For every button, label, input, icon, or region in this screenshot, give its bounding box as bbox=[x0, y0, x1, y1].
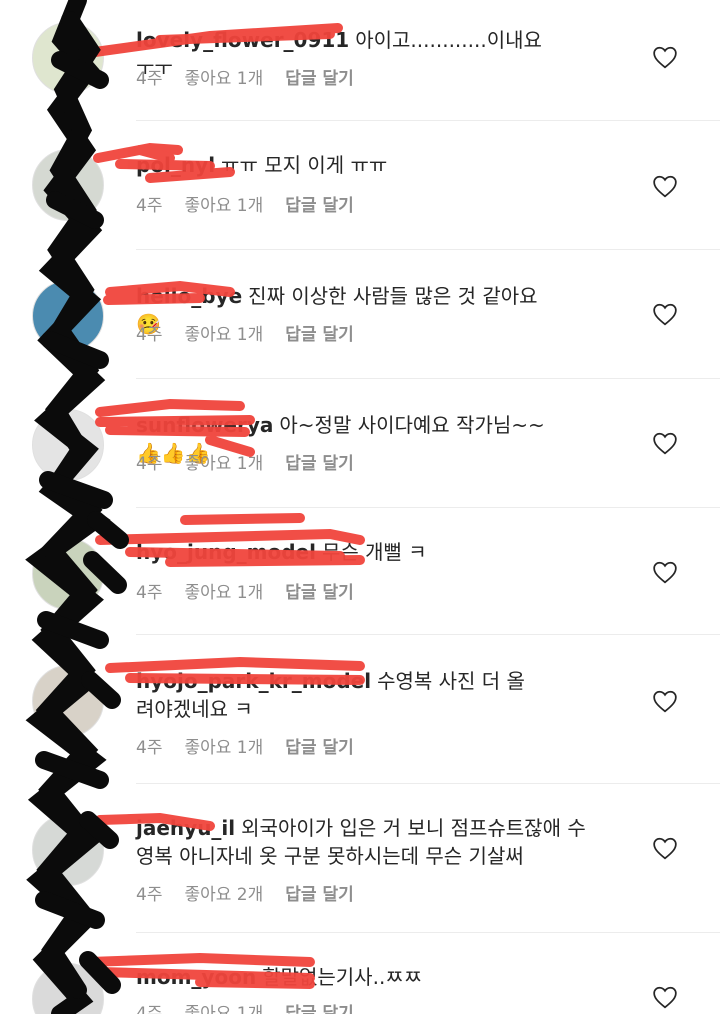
comment-username[interactable]: pol_nyl bbox=[136, 153, 215, 177]
heart-outline-icon[interactable] bbox=[652, 174, 678, 198]
comment-username[interactable]: hello_bye bbox=[136, 284, 242, 308]
heart-outline-icon[interactable] bbox=[652, 560, 678, 584]
comment-likes[interactable]: 좋아요 1개 bbox=[184, 583, 263, 603]
comment-item: hyojo_park_kr_model 수영복 사진 더 올려야겠네요 ㅋ 4주 좋… bbox=[0, 635, 720, 784]
heart-outline-icon[interactable] bbox=[652, 302, 678, 326]
comment-body: hyojo_park_kr_model 수영복 사진 더 올려야겠네요 ㅋ bbox=[136, 667, 536, 723]
comment-meta: 4주 좋아요 2개 답글 달기 bbox=[136, 880, 376, 905]
comment-time: 4주 bbox=[136, 325, 163, 345]
reply-button[interactable]: 답글 달기 bbox=[285, 454, 353, 474]
comment-body: hyo_jung_model 무슨 개뻘 ㅋ bbox=[136, 538, 556, 566]
comment-likes[interactable]: 좋아요 1개 bbox=[184, 325, 263, 345]
avatar[interactable] bbox=[32, 149, 104, 221]
comment-item: sunflowerya 아~정말 사이다예요 작가님~~👍👍👍 4주 좋아요 1개 답… bbox=[0, 379, 720, 508]
reply-button[interactable]: 답글 달기 bbox=[285, 1004, 353, 1014]
comment-username[interactable]: jaehyu_il bbox=[136, 816, 235, 840]
heart-outline-icon[interactable] bbox=[652, 689, 678, 713]
comment-username[interactable]: sunflowerya bbox=[136, 413, 273, 437]
comment-meta: 4주 좋아요 1개 답글 달기 bbox=[136, 999, 376, 1014]
comment-meta: 4주 좋아요 1개 답글 달기 bbox=[136, 64, 376, 89]
comment-item: mom_yoon 할말없는기사..ㅉㅉ 4주 좋아요 1개 답글 달기 bbox=[0, 933, 720, 1014]
comment-username[interactable]: mom_yoon bbox=[136, 965, 256, 989]
avatar[interactable] bbox=[32, 665, 104, 737]
comment-username[interactable]: hyojo_park_kr_model bbox=[136, 669, 371, 693]
comment-body: pol_nyl ㅠㅠ 모지 이게 ㅠㅠ bbox=[136, 151, 556, 179]
avatar[interactable] bbox=[32, 280, 104, 352]
heart-outline-icon[interactable] bbox=[652, 836, 678, 860]
heart-outline-icon[interactable] bbox=[652, 45, 678, 69]
comment-time: 4주 bbox=[136, 885, 163, 905]
comment-likes[interactable]: 좋아요 1개 bbox=[184, 738, 263, 758]
avatar[interactable] bbox=[32, 538, 104, 610]
comment-item: pol_nyl ㅠㅠ 모지 이게 ㅠㅠ 4주 좋아요 1개 답글 달기 bbox=[0, 121, 720, 250]
comment-time: 4주 bbox=[136, 454, 163, 474]
comment-item: jaehyu_il 외국아이가 입은 거 보니 점프슈트잖애 수영복 아니자네 옷… bbox=[0, 784, 720, 933]
comment-likes[interactable]: 좋아요 1개 bbox=[184, 69, 263, 89]
comment-likes[interactable]: 좋아요 2개 bbox=[184, 885, 263, 905]
comment-item: hyo_jung_model 무슨 개뻘 ㅋ 4주 좋아요 1개 답글 달기 bbox=[0, 508, 720, 635]
comment-meta: 4주 좋아요 1개 답글 달기 bbox=[136, 191, 376, 216]
reply-button[interactable]: 답글 달기 bbox=[285, 325, 353, 345]
reply-button[interactable]: 답글 달기 bbox=[285, 885, 353, 905]
comment-meta: 4주 좋아요 1개 답글 달기 bbox=[136, 449, 376, 474]
avatar[interactable] bbox=[32, 814, 104, 886]
comment-username[interactable]: lovely_flower_0911 bbox=[136, 28, 349, 52]
comment-list: lovely_flower_0911 아이고............이내요ㅜㅜ 4… bbox=[0, 0, 720, 1014]
reply-button[interactable]: 답글 달기 bbox=[285, 738, 353, 758]
comment-time: 4주 bbox=[136, 1004, 163, 1014]
avatar[interactable] bbox=[32, 22, 104, 94]
comment-text: 할말없는기사..ㅉㅉ bbox=[262, 965, 423, 989]
comment-meta: 4주 좋아요 1개 답글 달기 bbox=[136, 733, 376, 758]
comment-time: 4주 bbox=[136, 196, 163, 216]
avatar[interactable] bbox=[32, 409, 104, 481]
comment-likes[interactable]: 좋아요 1개 bbox=[184, 454, 263, 474]
comment-meta: 4주 좋아요 1개 답글 달기 bbox=[136, 320, 376, 345]
reply-button[interactable]: 답글 달기 bbox=[285, 196, 353, 216]
comment-meta: 4주 좋아요 1개 답글 달기 bbox=[136, 578, 376, 603]
comment-text: 무슨 개뻘 ㅋ bbox=[321, 540, 427, 564]
comment-body: mom_yoon 할말없는기사..ㅉㅉ bbox=[136, 963, 556, 991]
comment-body: jaehyu_il 외국아이가 입은 거 보니 점프슈트잖애 수영복 아니자네 옷… bbox=[136, 814, 586, 870]
comment-text: ㅠㅠ 모지 이게 ㅠㅠ bbox=[221, 153, 388, 177]
avatar[interactable] bbox=[32, 963, 104, 1014]
comment-time: 4주 bbox=[136, 583, 163, 603]
comment-item: lovely_flower_0911 아이고............이내요ㅜㅜ 4… bbox=[0, 0, 720, 121]
comment-username[interactable]: hyo_jung_model bbox=[136, 540, 316, 564]
reply-button[interactable]: 답글 달기 bbox=[285, 69, 353, 89]
reply-button[interactable]: 답글 달기 bbox=[285, 583, 353, 603]
comment-time: 4주 bbox=[136, 69, 163, 89]
heart-outline-icon[interactable] bbox=[652, 985, 678, 1009]
comment-likes[interactable]: 좋아요 1개 bbox=[184, 1004, 263, 1014]
comment-item: hello_bye 진짜 이상한 사람들 많은 것 같아요🤒 4주 좋아요 1개 답글… bbox=[0, 250, 720, 379]
comment-time: 4주 bbox=[136, 738, 163, 758]
comment-likes[interactable]: 좋아요 1개 bbox=[184, 196, 263, 216]
heart-outline-icon[interactable] bbox=[652, 431, 678, 455]
